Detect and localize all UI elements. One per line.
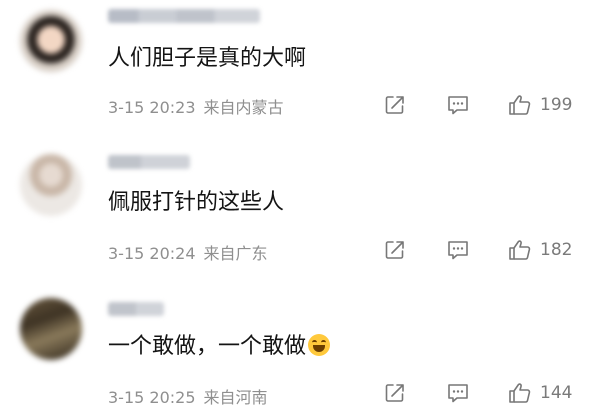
comment-time: 3-15 20:23 [108, 98, 196, 117]
comment-text: 佩服打针的这些人 [108, 190, 285, 215]
avatar[interactable] [20, 298, 82, 360]
comment-meta: 3-15 20:24 来自广东 [108, 240, 268, 264]
like-count: 182 [540, 240, 573, 260]
share-icon [385, 96, 404, 114]
like-button[interactable]: 182 [508, 239, 572, 261]
like-button[interactable]: 144 [508, 382, 572, 404]
share-button[interactable] [384, 382, 406, 404]
share-button[interactable] [384, 239, 406, 261]
avatar[interactable] [20, 154, 82, 216]
comment-text: 一个敢做，一个敢做 [108, 332, 331, 362]
comment-time: 3-15 20:25 [108, 388, 196, 407]
comment-location: 来自河南 [203, 388, 268, 407]
like-count: 199 [540, 95, 573, 115]
share-icon [385, 241, 404, 259]
comment-item: 人们胆子是真的大啊 3-15 20:23 来自内蒙古 199 [0, 0, 600, 140]
comment-meta: 3-15 20:25 来自河南 [108, 384, 268, 408]
username-blurred[interactable] [108, 155, 190, 169]
reply-button[interactable] [446, 382, 470, 404]
laughing-face-icon [308, 334, 331, 356]
username-blurred[interactable] [108, 9, 260, 23]
comment-meta: 3-15 20:23 来自内蒙古 [108, 94, 284, 118]
comment-item: 一个敢做，一个敢做 3-15 20:25 来自河南 144 [0, 280, 600, 420]
like-count: 144 [540, 383, 573, 403]
username-blurred[interactable] [108, 302, 164, 316]
comment-time: 3-15 20:24 [108, 244, 196, 263]
share-button[interactable] [384, 94, 406, 116]
comment-icon [448, 384, 468, 403]
comment-text: 人们胆子是真的大啊 [108, 46, 307, 71]
comment-item: 佩服打针的这些人 3-15 20:24 来自广东 182 [0, 140, 600, 280]
like-button[interactable]: 199 [508, 94, 572, 116]
comment-text-body: 一个敢做，一个敢做 [108, 334, 307, 359]
share-icon [385, 384, 404, 402]
comment-location: 来自内蒙古 [203, 98, 284, 117]
avatar[interactable] [20, 10, 82, 72]
thumbs-up-icon [509, 383, 531, 403]
reply-button[interactable] [446, 239, 470, 261]
comment-icon [448, 241, 468, 260]
thumbs-up-icon [509, 95, 531, 115]
comment-location: 来自广东 [203, 244, 268, 263]
thumbs-up-icon [509, 240, 531, 260]
reply-button[interactable] [446, 94, 470, 116]
comment-icon [448, 96, 468, 115]
